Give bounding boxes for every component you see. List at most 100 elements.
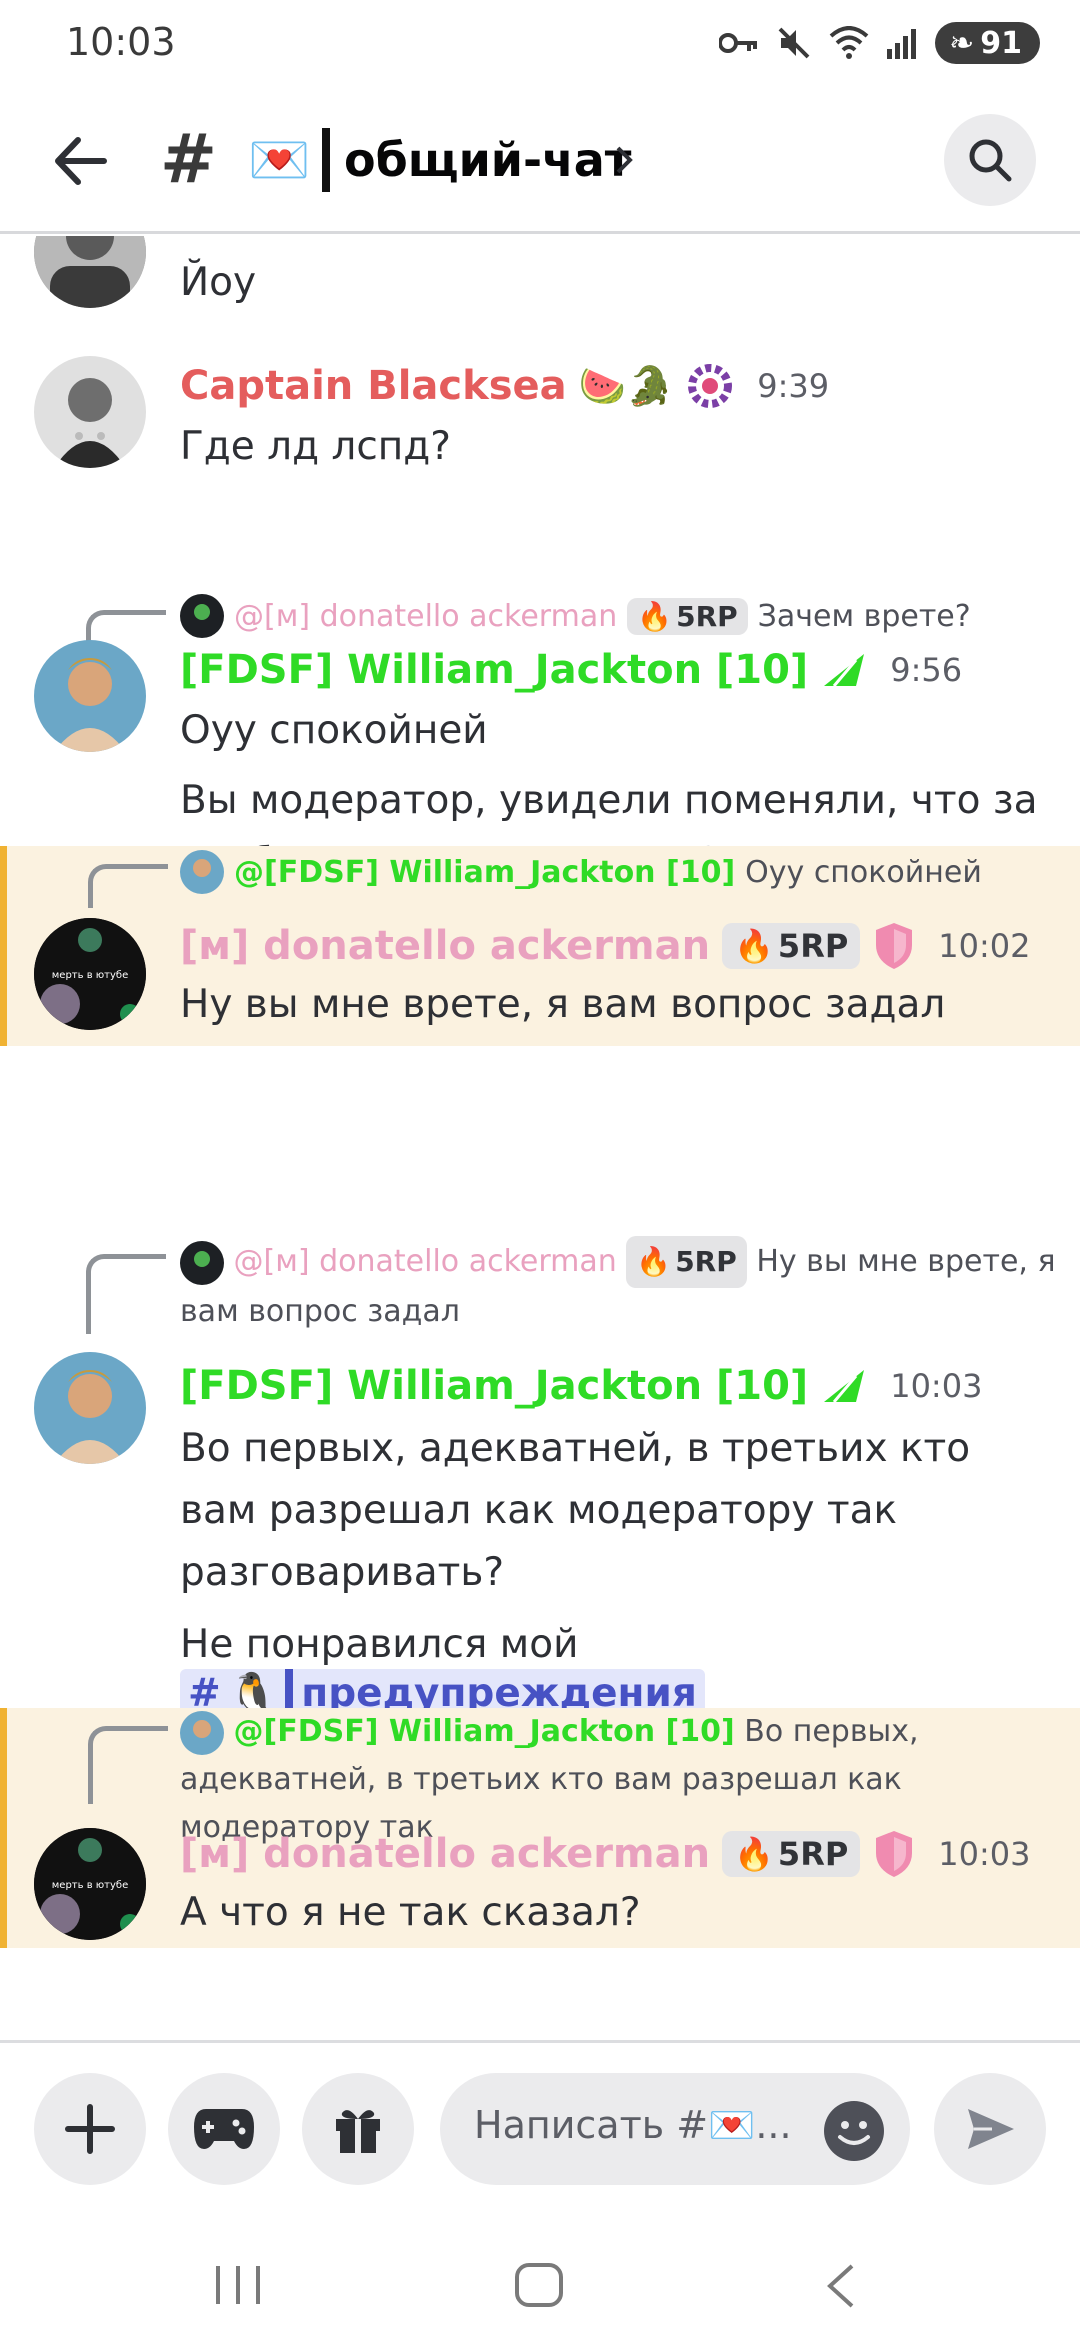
status-icons: ❧ 91 [719, 20, 1040, 66]
message-timestamp: 10:03 [938, 1835, 1031, 1873]
reply-preview[interactable]: @[м] donatello ackerman 🔥 5RP Ну вы мне в… [180, 1236, 1060, 1336]
recent-apps-icon[interactable] [212, 2264, 264, 2306]
reply-connector [86, 1254, 166, 1334]
author-name[interactable]: Captain Blacksea [180, 363, 567, 409]
avatar[interactable]: мерть в ютубе [34, 918, 146, 1030]
reply-preview[interactable]: @[м] donatello ackerman 🔥 5RP Зачем врете… [180, 592, 971, 640]
message-timestamp: 10:03 [890, 1367, 983, 1405]
fire-icon: 🔥 [734, 927, 774, 965]
message-item: Йоу [0, 236, 1080, 346]
author-emojis: 🍉🐊 [578, 363, 674, 408]
channel-name[interactable]: общий-чат [344, 128, 631, 192]
reply-avatar [180, 594, 224, 638]
home-icon[interactable] [514, 2262, 564, 2308]
badge-label: 5RP [675, 1245, 737, 1278]
rp-badge: 🔥 5RP [722, 1831, 861, 1877]
send-button[interactable] [934, 2073, 1046, 2185]
avatar[interactable] [34, 356, 146, 468]
message-author-line: Captain Blacksea 🍉🐊 9:39 [180, 356, 829, 416]
channel-emoji: 💌 [248, 131, 311, 189]
author-name[interactable]: [FDSF] William_Jackton [10] [180, 1363, 808, 1409]
message-author-line: [м] donatello ackerman 🔥 5RP 10:03 [180, 1822, 1031, 1886]
message-text: А что я не так сказал? [180, 1890, 641, 1935]
gamepad-icon [194, 2109, 254, 2149]
role-gear-icon [688, 364, 733, 408]
avatar-caption: мерть в ютубе [52, 970, 129, 981]
reply-avatar [180, 1240, 224, 1285]
vpn-key-icon [719, 33, 758, 53]
gift-button[interactable] [302, 2073, 414, 2185]
system-navigation-bar [0, 2210, 1080, 2340]
emoji-icon [838, 2121, 870, 2145]
activities-button[interactable] [168, 2073, 280, 2185]
message-author-line: [м] donatello ackerman 🔥 5RP 10:02 [180, 914, 1031, 978]
message-author-line: [FDSF] William_Jackton [10] 9:56 [180, 638, 962, 702]
reply-text: Зачем врете? [757, 598, 971, 634]
back-nav-icon[interactable] [820, 2262, 860, 2310]
author-name[interactable]: [FDSF] William_Jackton [10] [180, 647, 808, 693]
badge-label: 5RP [676, 599, 738, 633]
avatar[interactable] [34, 1352, 146, 1464]
reply-avatar [180, 850, 224, 894]
message-timestamp: 9:56 [890, 651, 963, 689]
author-name[interactable]: [м] donatello ackerman [180, 1831, 710, 1877]
fire-icon: 🔥 [734, 1835, 774, 1873]
message-text: Во первых, адекватней, в третьих кто вам… [180, 1426, 971, 1595]
message-author-line: [FDSF] William_Jackton [10] 10:03 [180, 1354, 982, 1418]
role-sail-icon [824, 1370, 865, 1403]
message-text: Ну вы мне врете, я вам вопрос задал [180, 982, 946, 1027]
rp-badge: 🔥 5RP [722, 923, 861, 969]
message-text: Оуу спокойней [180, 708, 488, 753]
author-name[interactable]: [м] donatello ackerman [180, 923, 710, 969]
message-item: @[м] donatello ackerman 🔥 5RP Зачем врете… [0, 592, 1080, 885]
fire-icon: 🔥 [636, 1245, 672, 1278]
chevron-right-icon[interactable] [612, 140, 636, 180]
message-input[interactable]: Написать #💌... [440, 2073, 910, 2185]
avatar-caption: мерть в ютубе [52, 1880, 129, 1891]
reply-connector [88, 1726, 168, 1804]
message-item: @[м] donatello ackerman 🔥 5RP Ну вы мне в… [0, 1236, 1080, 1729]
gift-icon [336, 2110, 380, 2153]
plus-icon [65, 2104, 115, 2154]
reply-author: @[FDSF] William_Jackton [10] [233, 1714, 735, 1749]
reply-author: @[FDSF] William_Jackton [10] [234, 854, 736, 890]
rp-badge: 🔥 5RP [626, 1236, 747, 1288]
badge-label: 5RP [777, 1835, 849, 1873]
fire-icon: 🔥 [637, 599, 673, 633]
search-button[interactable] [944, 114, 1036, 206]
rp-badge: 🔥 5RP [627, 597, 748, 635]
avatar[interactable] [34, 236, 146, 308]
channel-header: # 💌 общий-чат [0, 84, 1080, 234]
channel-divider [322, 128, 330, 192]
send-icon [968, 2109, 1014, 2149]
battery-level: 91 [980, 25, 1022, 61]
hash-icon: # [160, 120, 217, 199]
message-item-highlighted: @[FDSF] William_Jackton [10] Во первых, … [0, 1708, 1080, 1948]
emoji-button[interactable] [824, 2101, 884, 2161]
search-icon [969, 139, 1012, 182]
battery-leaf-icon: ❧ [949, 25, 975, 61]
reply-avatar [180, 1710, 224, 1755]
message-composer: Написать #💌... [0, 2040, 1080, 2210]
message-placeholder: Написать #💌... [474, 2103, 792, 2147]
message-text: Йоу [180, 260, 257, 305]
shield-icon [876, 1831, 913, 1877]
message-timestamp: 10:02 [938, 927, 1031, 965]
message-list[interactable]: Йоу Captain Blacksea 🍉🐊 9:39 Где лд лспд… [0, 236, 1080, 2042]
status-time: 10:03 [66, 20, 176, 64]
message-timestamp: 9:39 [757, 367, 830, 405]
reply-preview[interactable]: @[FDSF] William_Jackton [10] Оуу спокойн… [180, 848, 982, 896]
avatar[interactable] [34, 640, 146, 752]
badge-label: 5RP [777, 927, 849, 965]
message-item-highlighted: @[FDSF] William_Jackton [10] Оуу спокойн… [0, 846, 1080, 1046]
attach-button[interactable] [34, 2073, 146, 2185]
reply-author: @[м] donatello ackerman [233, 1244, 617, 1279]
battery-indicator: ❧ 91 [935, 22, 1040, 64]
wifi-icon [829, 26, 869, 59]
mute-icon [778, 27, 810, 59]
reply-author: @[м] donatello ackerman [234, 598, 618, 634]
message-text: Где лд лспд? [180, 424, 451, 469]
avatar[interactable]: мерть в ютубе [34, 1828, 146, 1940]
signal-icon [887, 29, 917, 59]
back-arrow-icon[interactable] [44, 126, 114, 196]
